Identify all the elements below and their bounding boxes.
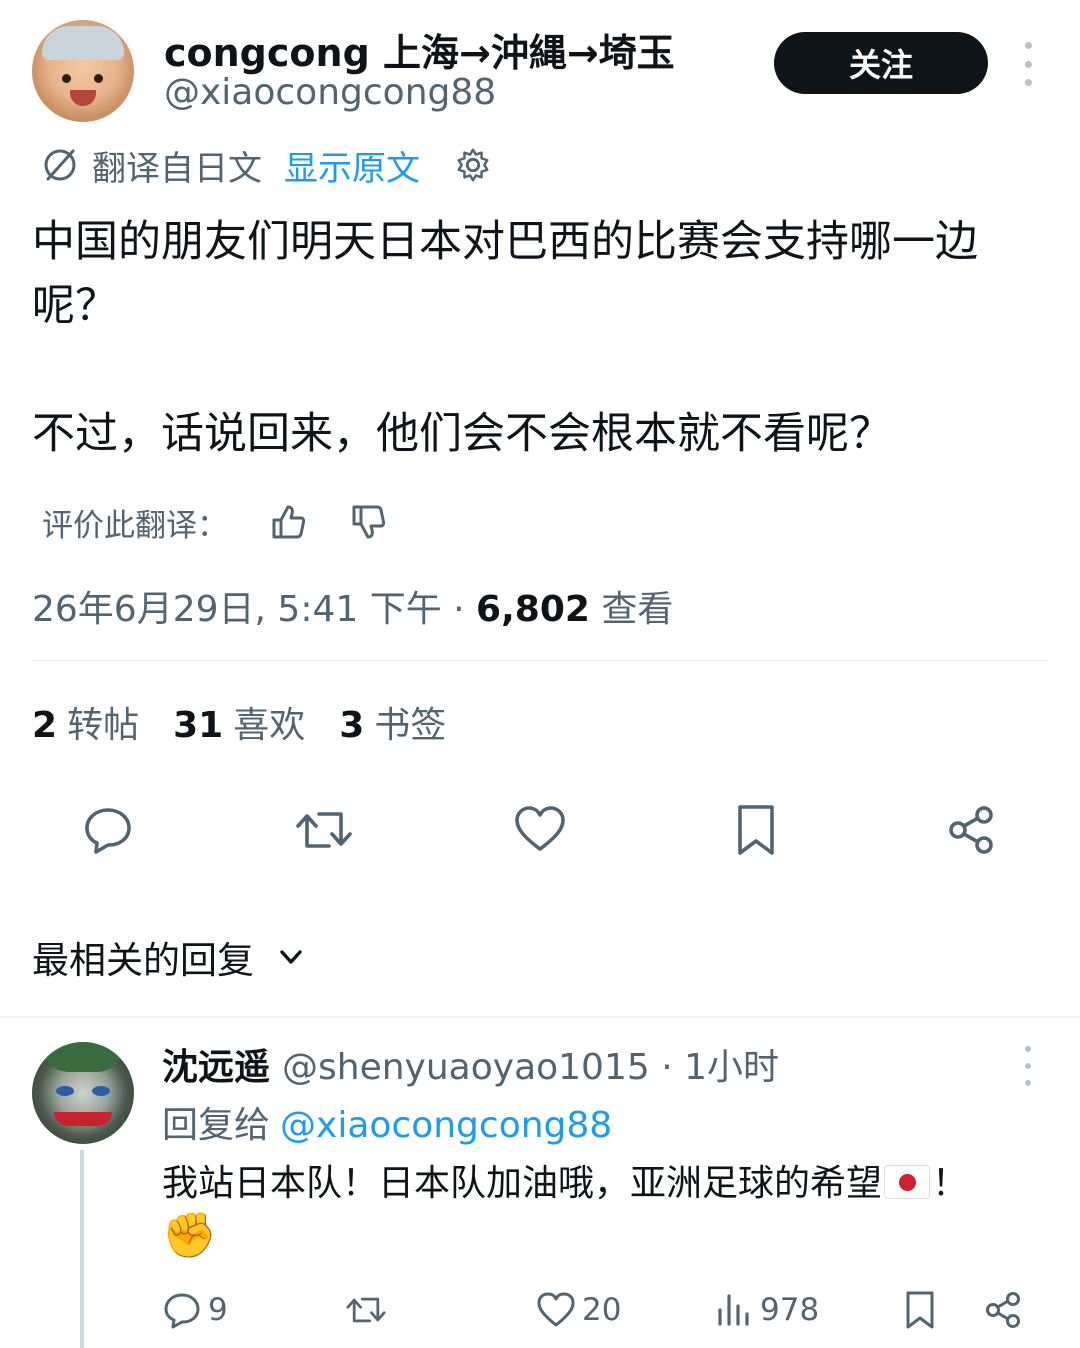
thread-line xyxy=(80,1150,84,1348)
reply-bookmark-button[interactable] xyxy=(900,1286,946,1334)
tweet-action-bar xyxy=(0,800,1080,870)
rate-translation: 评价此翻译： xyxy=(42,500,388,544)
fist-emoji: ✊ xyxy=(162,1210,217,1261)
chevron-down-icon xyxy=(280,950,302,964)
translation-bar: 翻译自日文 显示原文 xyxy=(40,141,492,190)
tweet-text: 中国的朋友们明天日本对巴西的比赛会支持哪一边呢？ 不过，话说回来，他们会不会根本… xyxy=(32,217,978,459)
repost-button[interactable] xyxy=(294,800,354,860)
views-count: 6,802 xyxy=(476,589,590,630)
reply-author-avatar[interactable] xyxy=(32,1042,134,1144)
reply-icon xyxy=(164,1293,200,1329)
meta-separator: · xyxy=(441,589,477,630)
like-icon xyxy=(515,806,565,851)
engagement-stats: 2 转帖 31 喜欢 3 书签 xyxy=(32,696,446,748)
bookmarks-label: 书签 xyxy=(374,705,447,746)
bookmark-button[interactable] xyxy=(726,800,786,860)
divider xyxy=(32,660,1048,661)
likes-stat[interactable]: 31 喜欢 xyxy=(173,696,305,748)
replying-to-label: 回复给 xyxy=(162,1105,271,1146)
reply-text-part1: 我站日本队！日本队加油哦，亚洲足球的希望 xyxy=(162,1163,883,1204)
reply-likes-count: 20 xyxy=(582,1292,622,1328)
bookmarks-stat[interactable]: 3 书签 xyxy=(339,696,446,748)
reposts-label: 转帖 xyxy=(67,705,140,746)
reply-reply-button[interactable]: 9 xyxy=(162,1286,228,1334)
reply-action-bar: 9 20 978 xyxy=(162,1286,1042,1334)
likes-count: 31 xyxy=(173,705,224,746)
reposts-count: 2 xyxy=(32,705,58,746)
reply-icon xyxy=(85,808,131,854)
rate-translation-label: 评价此翻译： xyxy=(42,507,228,544)
replying-to-mention[interactable]: @xiaocongcong88 xyxy=(280,1105,612,1146)
repost-icon xyxy=(346,1297,386,1323)
reply-text: 我站日本队！日本队加油哦，亚洲足球的希望 ！ ✊ xyxy=(162,1158,1042,1265)
bookmarks-count: 3 xyxy=(339,705,365,746)
reply-like-button[interactable]: 20 xyxy=(536,1286,621,1334)
author-display-name[interactable]: congcong 上海→沖縄→埼玉 xyxy=(164,22,675,77)
reply-views-count: 978 xyxy=(760,1292,820,1328)
more-icon[interactable] xyxy=(1016,1046,1040,1086)
likes-label: 喜欢 xyxy=(233,705,306,746)
replying-to: 回复给 @xiaocongcong88 xyxy=(162,1096,612,1148)
like-button[interactable] xyxy=(510,800,570,860)
share-icon xyxy=(949,806,993,854)
reply-header: 沈远遥 @shenyuaoyao1015 · 1小时 xyxy=(162,1038,779,1090)
share-icon xyxy=(986,1292,1020,1328)
follow-button[interactable]: 关注 xyxy=(774,32,988,94)
replies-sort-label: 最相关的回复 xyxy=(32,939,254,982)
reposts-stat[interactable]: 2 转帖 xyxy=(32,696,139,748)
analytics-icon xyxy=(718,1294,749,1326)
bookmark-icon xyxy=(738,805,774,855)
reply-author-name[interactable]: 沈远遥 xyxy=(162,1047,270,1088)
views-label: 查看 xyxy=(589,589,674,630)
author-handle[interactable]: @xiaocongcong88 xyxy=(164,72,496,113)
repost-icon xyxy=(296,812,352,848)
japan-flag-icon xyxy=(884,1165,931,1199)
translate-icon xyxy=(44,149,76,181)
tweet-timestamp[interactable]: 26年6月29日, 5:41 下午 xyxy=(32,589,442,630)
like-icon xyxy=(537,1292,575,1327)
reply-replies-count: 9 xyxy=(208,1292,228,1328)
bookmark-icon xyxy=(906,1291,934,1329)
translated-from-label: 翻译自日文 xyxy=(92,148,262,189)
reply-text-part2: ！ xyxy=(932,1163,969,1204)
reply-author-handle-time[interactable]: @shenyuaoyao1015 · 1小时 xyxy=(282,1047,779,1088)
author-avatar[interactable] xyxy=(32,20,134,122)
reply-repost-button[interactable] xyxy=(346,1286,392,1334)
reply-button[interactable] xyxy=(78,800,138,860)
reply-analytics-button[interactable]: 978 xyxy=(714,1286,819,1334)
more-icon[interactable] xyxy=(1016,42,1040,86)
share-button[interactable] xyxy=(942,800,1002,860)
thumbs-down-icon[interactable] xyxy=(348,502,388,542)
replies-sort-dropdown[interactable]: 最相关的回复 xyxy=(32,930,306,984)
reply-share-button[interactable] xyxy=(984,1286,1030,1334)
gear-icon[interactable] xyxy=(454,146,492,184)
thumbs-up-icon[interactable] xyxy=(268,502,308,542)
divider xyxy=(0,1016,1080,1018)
show-original-link[interactable]: 显示原文 xyxy=(284,141,420,190)
tweet-meta: 26年6月29日, 5:41 下午 · 6,802 查看 xyxy=(32,580,673,632)
